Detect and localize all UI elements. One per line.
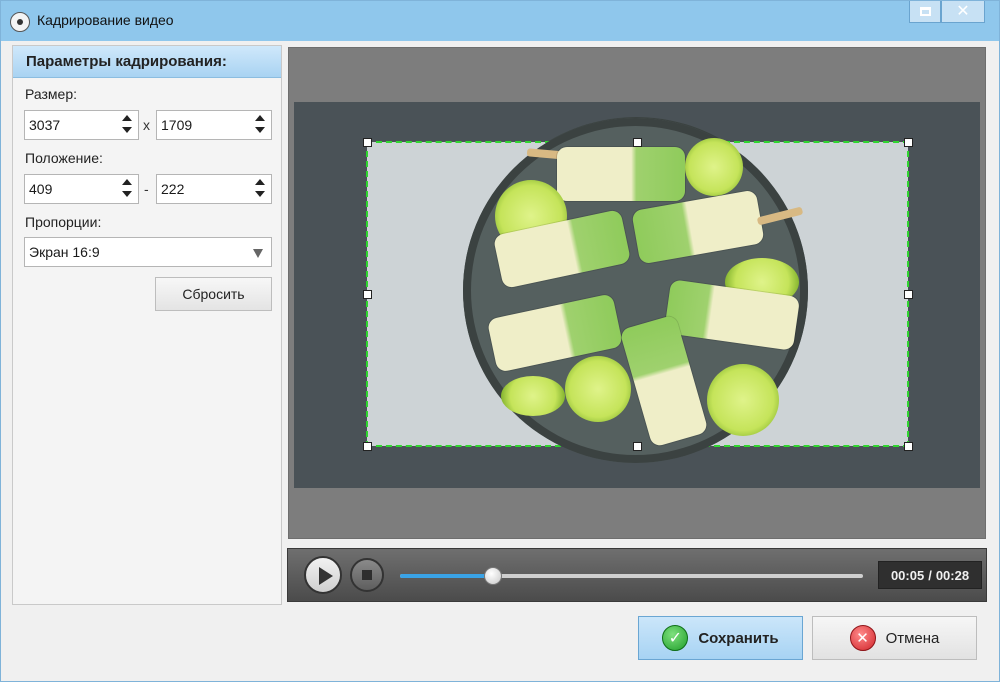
size-label: Размер: <box>25 86 78 102</box>
height-value: 1709 <box>161 117 193 133</box>
crop-handle-bottom[interactable] <box>633 442 642 451</box>
chevron-down-icon[interactable] <box>255 191 265 197</box>
close-icon: ✕ <box>956 2 970 20</box>
time-separator: / <box>928 567 932 583</box>
play-button[interactable] <box>304 556 342 594</box>
stop-button[interactable] <box>350 558 384 592</box>
crop-region[interactable] <box>366 118 909 463</box>
chevron-down-icon[interactable] <box>253 249 263 258</box>
popsicle <box>557 147 685 201</box>
reset-button[interactable]: Сбросить <box>155 277 272 311</box>
chevron-down-icon[interactable] <box>122 191 132 197</box>
pos-x-stepper-arrows[interactable] <box>122 179 132 199</box>
maximize-icon <box>919 7 931 16</box>
ratio-label: Пропорции: <box>25 214 102 230</box>
maximize-button[interactable] <box>909 1 941 23</box>
width-value: 3037 <box>29 117 61 133</box>
pos-y-value: 222 <box>161 181 185 197</box>
ratio-selected-value: Экран 16:9 <box>29 244 100 260</box>
total-time: 00:28 <box>935 567 970 583</box>
crop-settings-panel: Параметры кадрирования: Размер: 3037 x 1… <box>12 45 282 605</box>
title-bar: Кадрирование видео ✕ <box>1 1 999 41</box>
chevron-up-icon[interactable] <box>122 115 132 121</box>
panel-header: Параметры кадрирования: <box>13 46 281 78</box>
width-stepper-arrows[interactable] <box>122 115 132 135</box>
pos-y-stepper-arrows[interactable] <box>255 179 265 199</box>
cancel-button[interactable]: ✕ Отмена <box>812 616 977 660</box>
lime-slice <box>685 138 743 196</box>
crop-handle-bottom-right[interactable] <box>904 442 913 451</box>
crop-handle-top[interactable] <box>633 138 642 147</box>
position-label: Положение: <box>25 150 103 166</box>
chevron-down-icon[interactable] <box>255 127 265 133</box>
lime-slice <box>501 376 565 416</box>
chevron-up-icon[interactable] <box>255 179 265 185</box>
ratio-dropdown[interactable]: Экран 16:9 <box>24 237 272 267</box>
size-separator: x <box>143 117 150 133</box>
pos-x-value: 409 <box>29 181 53 197</box>
width-stepper[interactable]: 3037 <box>24 110 139 140</box>
window-title: Кадрирование видео <box>37 12 174 28</box>
close-button[interactable]: ✕ <box>941 1 985 23</box>
seek-thumb[interactable] <box>483 567 502 585</box>
player-controls: 00:05 / 00:28 <box>287 548 987 602</box>
save-button[interactable]: ✓ Сохранить <box>638 616 803 660</box>
crop-handle-left[interactable] <box>363 290 372 299</box>
film-reel-icon <box>10 12 30 32</box>
crop-video-dialog: Кадрирование видео ✕ Параметры кадрирова… <box>0 0 1000 682</box>
crop-handle-bottom-left[interactable] <box>363 442 372 451</box>
video-frame <box>294 102 980 488</box>
pos-x-stepper[interactable]: 409 <box>24 174 139 204</box>
video-preview-area <box>288 47 986 539</box>
chevron-up-icon[interactable] <box>122 179 132 185</box>
cancel-label: Отмена <box>885 629 940 647</box>
time-display: 00:05 / 00:28 <box>878 561 982 589</box>
pos-y-stepper[interactable]: 222 <box>156 174 272 204</box>
chevron-down-icon[interactable] <box>122 127 132 133</box>
seek-progress <box>400 574 493 578</box>
height-stepper-arrows[interactable] <box>255 115 265 135</box>
lime-slice <box>707 364 779 436</box>
position-separator: - <box>144 181 149 197</box>
chevron-up-icon[interactable] <box>255 115 265 121</box>
checkmark-icon: ✓ <box>662 625 689 651</box>
save-label: Сохранить <box>698 629 779 647</box>
crop-handle-top-right[interactable] <box>904 138 913 147</box>
height-stepper[interactable]: 1709 <box>156 110 272 140</box>
current-time: 00:05 <box>890 567 925 583</box>
lime-slice <box>565 356 631 422</box>
cancel-x-icon: ✕ <box>849 625 876 651</box>
seek-slider[interactable] <box>400 567 863 585</box>
crop-handle-right[interactable] <box>904 290 913 299</box>
crop-handle-top-left[interactable] <box>363 138 372 147</box>
